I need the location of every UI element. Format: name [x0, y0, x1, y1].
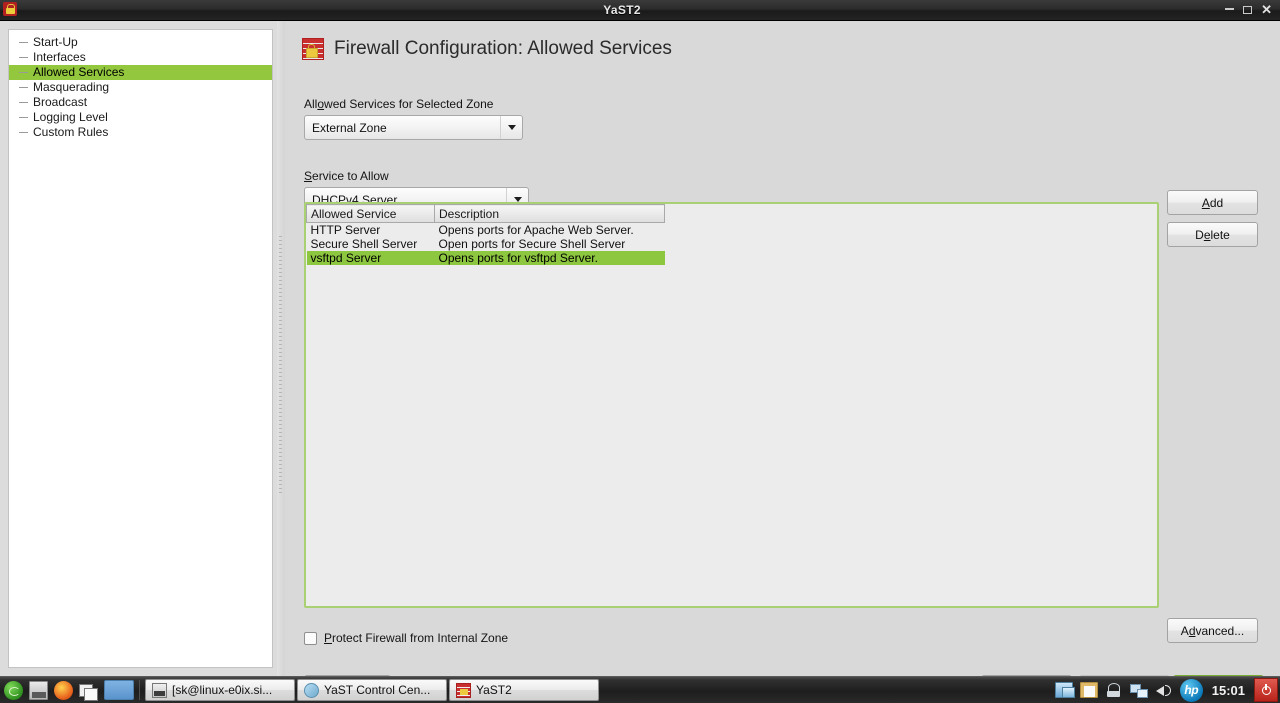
close-icon[interactable]: ✕ [1261, 3, 1272, 16]
window-title: YaST2 [603, 3, 641, 17]
taskbar-task-label: YaST2 [476, 683, 512, 697]
task-list: [sk@linux-e0ix.si... YaST Control Cen... Y… [145, 679, 601, 701]
tree-elbow-icon [19, 57, 28, 58]
main-window: Start-Up Interfaces Allowed Services Masque… [0, 21, 1280, 700]
hp-logo-icon: hp [1179, 678, 1203, 702]
tree-elbow-icon [19, 132, 28, 133]
sidebar-item-start-up[interactable]: Start-Up [9, 35, 272, 50]
tree-elbow-icon [19, 117, 28, 118]
lock-icon [3, 2, 19, 18]
sidebar-item-label: Start-Up [33, 35, 78, 49]
workspace-icon[interactable] [104, 680, 134, 700]
firewall-icon [456, 682, 471, 698]
pane-splitter[interactable] [277, 21, 285, 676]
taskbar: [sk@linux-e0ix.si... YaST Control Cen... Y… [0, 676, 1280, 703]
tree-elbow-icon [19, 72, 28, 73]
sidebar: Start-Up Interfaces Allowed Services Masque… [0, 21, 277, 676]
system-tray: hp 15:01 [1054, 678, 1280, 702]
minimize-icon[interactable] [1225, 8, 1235, 10]
sidebar-item-label: Custom Rules [33, 125, 109, 139]
content-pane: Firewall Configuration: Allowed Services… [285, 21, 1280, 700]
show-desktop-icon[interactable] [29, 680, 48, 700]
yast-icon [304, 682, 319, 698]
network-icon[interactable] [1129, 682, 1148, 698]
firefox-icon[interactable] [54, 680, 73, 700]
sidebar-item-label: Allowed Services [33, 65, 125, 79]
terminal-icon [152, 682, 167, 698]
sidebar-item-masquerading[interactable]: Masquerading [9, 80, 272, 95]
taskbar-task-label: [sk@linux-e0ix.si... [172, 683, 273, 697]
taskbar-task-button[interactable]: [sk@linux-e0ix.si... [145, 679, 295, 701]
suse-menu-icon[interactable] [4, 680, 23, 700]
tree-elbow-icon [19, 102, 28, 103]
clipboard-icon[interactable] [1079, 682, 1098, 698]
maximize-icon[interactable] [1243, 6, 1253, 14]
sidebar-item-allowed-services[interactable]: Allowed Services [9, 65, 272, 80]
sidebar-item-label: Interfaces [33, 50, 86, 64]
volume-icon[interactable] [1155, 682, 1173, 698]
taskbar-divider [139, 680, 140, 700]
display-icon[interactable] [1054, 682, 1075, 698]
tree-elbow-icon [19, 42, 28, 43]
splitter-grip[interactable] [279, 236, 282, 496]
dialog-buttonbar: Help Cancel Back Next [285, 21, 1280, 700]
sidebar-item-interfaces[interactable]: Interfaces [9, 50, 272, 65]
sidebar-item-label: Masquerading [33, 80, 110, 94]
quick-launch [0, 680, 134, 701]
sidebar-item-logging-level[interactable]: Logging Level [9, 110, 272, 125]
window-controls: ✕ [1225, 3, 1272, 16]
taskbar-task-button[interactable]: YaST Control Cen... [297, 679, 447, 701]
sidebar-item-custom-rules[interactable]: Custom Rules [9, 125, 272, 140]
window-titlebar: YaST2 ✕ [0, 0, 1280, 21]
sidebar-item-label: Broadcast [33, 95, 88, 109]
taskbar-task-button[interactable]: YaST2 [449, 679, 599, 701]
power-icon[interactable] [1254, 678, 1278, 702]
clock[interactable]: 15:01 [1210, 683, 1247, 698]
tree-elbow-icon [19, 87, 28, 88]
sidebar-item-label: Logging Level [33, 110, 108, 124]
taskbar-task-label: YaST Control Cen... [324, 683, 431, 697]
windows-icon[interactable] [79, 681, 98, 701]
navigation-tree[interactable]: Start-Up Interfaces Allowed Services Masque… [8, 29, 273, 668]
sidebar-item-broadcast[interactable]: Broadcast [9, 95, 272, 110]
printer-icon[interactable] [1105, 682, 1123, 698]
